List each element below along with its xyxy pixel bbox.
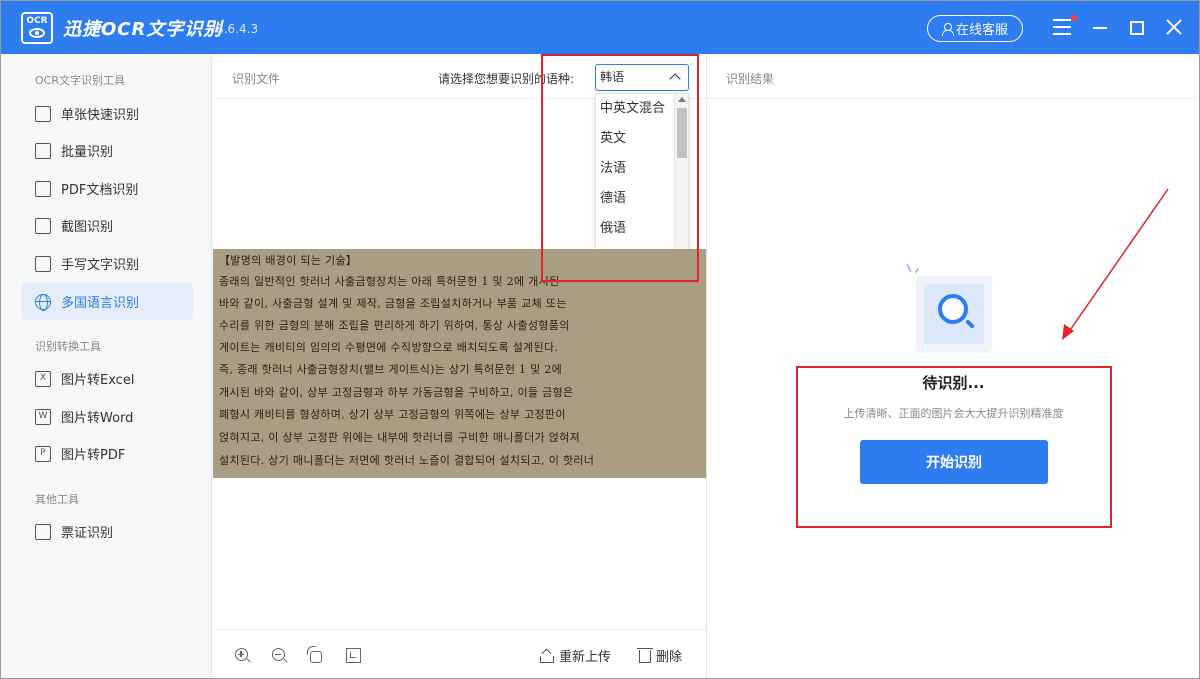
sidebar: OCR文字识别工具 单张快速识别 批量识别 PDF文档识别 截图识别 手写文字识… <box>1 54 212 678</box>
sidebar-item-label: 图片转Excel <box>61 373 135 388</box>
upload-icon <box>540 649 554 663</box>
language-prompt: 请选择您想要识别的语种: <box>438 72 575 86</box>
delete-label: 删除 <box>656 650 683 665</box>
zoom-in-icon[interactable] <box>235 648 248 661</box>
app-window: OCR 迅捷OCR文字识别 v8.6.4.3 在线客服 OCR文字识别工具 单张… <box>0 0 1200 679</box>
document-image: 【발명의 배경이 되는 기술】 종래의 일반적인 핫러너 사출금형장치는 아래 … <box>213 249 706 478</box>
sparkle-decoration <box>906 263 912 273</box>
document-line: 【발명의 배경이 되는 기술】 <box>219 254 358 267</box>
search-illustration-icon <box>906 263 998 354</box>
customer-service-button[interactable]: 在线客服 <box>927 15 1023 42</box>
sidebar-item-ticket[interactable]: 票证识别 <box>21 513 193 550</box>
close-icon[interactable] <box>1165 18 1183 36</box>
pdf-icon <box>35 180 51 197</box>
app-logo-icon: OCR <box>21 12 53 44</box>
maximize-icon[interactable] <box>1130 21 1144 35</box>
status-hint: 上传清晰、正面的图片会大大提升识别精准度 <box>843 407 1064 420</box>
sidebar-item-multilanguage[interactable]: 多国语言识别 <box>21 283 193 320</box>
handwriting-icon <box>35 255 51 272</box>
sidebar-item-label: 批量识别 <box>61 145 114 160</box>
sidebar-item-single[interactable]: 单张快速识别 <box>21 95 193 132</box>
globe-icon <box>35 293 51 311</box>
title-bar: OCR 迅捷OCR文字识别 v8.6.4.3 在线客服 <box>1 1 1199 54</box>
section-title-ocr: OCR文字识别工具 <box>35 74 125 87</box>
result-panel: 识别结果 待识别... 上传清晰、正面的图片会大大提升识别精准度 开始识别 <box>708 54 1199 678</box>
language-select[interactable]: 韩语 <box>595 64 689 91</box>
section-title-convert: 识别转换工具 <box>35 340 101 353</box>
sidebar-item-label: 图片转Word <box>61 411 134 426</box>
reupload-label: 重新上传 <box>559 650 612 665</box>
sidebar-item-label: 手写文字识别 <box>61 258 140 273</box>
sidebar-item-label: 截图识别 <box>61 220 114 235</box>
status-title: 待识别... <box>922 374 985 392</box>
notification-dot <box>1071 15 1077 21</box>
document-line: 폐형시 캐비티를 형성하며, 상기 상부 고정금형의 위쪽에는 상부 고정판이 <box>219 408 566 421</box>
sidebar-item-label: 单张快速识别 <box>61 108 140 123</box>
sidebar-item-pdf[interactable]: PDF文档识别 <box>21 170 193 207</box>
pdf-file-icon: P <box>35 445 51 462</box>
eye-icon <box>29 27 45 38</box>
trash-icon <box>637 648 653 663</box>
logo-text: OCR <box>26 15 48 26</box>
scrollbar-thumb[interactable] <box>677 108 687 158</box>
sidebar-item-to-excel[interactable]: X 图片转Excel <box>21 360 193 397</box>
single-image-icon <box>35 105 51 122</box>
document-line: 설치된다. 상기 매니폴더는 저면에 핫러너 노즐이 결합되어 설치되고, 이 … <box>219 454 595 467</box>
sidebar-item-label: PDF文档识别 <box>61 183 139 198</box>
delete-button[interactable]: 删除 <box>637 646 683 665</box>
ticket-icon <box>35 523 51 540</box>
sidebar-item-to-word[interactable]: W 图片转Word <box>21 398 193 435</box>
result-panel-header: 识别结果 <box>708 54 1199 99</box>
document-line: 수리를 위한 금형의 분해 조립을 편리하게 하기 위하여, 통상 사출성형품의 <box>219 319 570 332</box>
chevron-up-icon <box>669 73 681 85</box>
sidebar-item-label: 多国语言识别 <box>61 296 140 311</box>
excel-icon: X <box>35 370 51 387</box>
customer-service-label: 在线客服 <box>955 23 1008 38</box>
file-panel-title: 识别文件 <box>232 72 281 86</box>
screenshot-icon <box>35 217 51 234</box>
sidebar-item-handwriting[interactable]: 手写文字识别 <box>21 245 193 282</box>
sparkle-decoration <box>914 267 920 274</box>
sidebar-item-label: 图片转PDF <box>61 448 126 463</box>
document-line: 얹혀지고, 이 상부 고정판 위에는 내부에 핫러너를 구비한 매니폴더가 얹혀… <box>219 431 580 444</box>
result-panel-title: 识别结果 <box>726 72 775 86</box>
word-icon: W <box>35 408 51 425</box>
file-panel-toolbar: 重新上传 删除 <box>213 629 707 678</box>
app-version: v8.6.4.3 <box>209 22 259 36</box>
sidebar-item-batch[interactable]: 批量识别 <box>21 132 193 169</box>
app-title: 迅捷OCR文字识别 <box>63 19 223 40</box>
selected-language: 韩语 <box>600 70 625 84</box>
minimize-icon[interactable] <box>1093 27 1107 29</box>
reupload-button[interactable]: 重新上传 <box>540 646 611 665</box>
section-title-other: 其他工具 <box>35 493 79 506</box>
document-line: 게이트는 캐비티의 임의의 수평면에 수직방향으로 배치되도록 설계된다. <box>219 341 559 354</box>
start-recognition-button[interactable]: 开始识别 <box>860 440 1048 484</box>
document-line: 즉, 종래 핫러너 사출금형장치(밸브 게이트식)는 상기 특허문헌 1 및 2… <box>219 363 563 376</box>
file-panel: 识别文件 请选择您想要识别的语种: 韩语 中英文混合 英文 法语 德语 俄语 日… <box>213 54 707 678</box>
document-line: 종래의 일반적인 핫러너 사출금형장치는 아래 특허문헌 1 및 2에 개시된 <box>219 275 560 288</box>
sidebar-item-label: 票证识别 <box>61 526 114 541</box>
person-icon <box>941 22 954 36</box>
menu-icon[interactable] <box>1053 15 1077 35</box>
magnifier-icon <box>938 294 968 324</box>
document-line: 바와 같이, 사출금형 설계 및 제작, 금형을 조립설치하거나 부품 교체 또… <box>219 297 567 310</box>
rotate-icon[interactable] <box>307 646 322 663</box>
sidebar-item-to-pdf[interactable]: P 图片转PDF <box>21 435 193 472</box>
sidebar-item-screenshot[interactable]: 截图识别 <box>21 207 193 244</box>
fit-screen-icon[interactable] <box>346 648 361 663</box>
batch-icon <box>35 142 51 159</box>
document-line: 개시된 바와 같이, 상부 고정금형과 하부 가동금형을 구비하고, 이들 금형… <box>219 386 574 399</box>
scroll-up-icon[interactable] <box>678 97 686 102</box>
zoom-out-icon[interactable] <box>272 648 285 661</box>
